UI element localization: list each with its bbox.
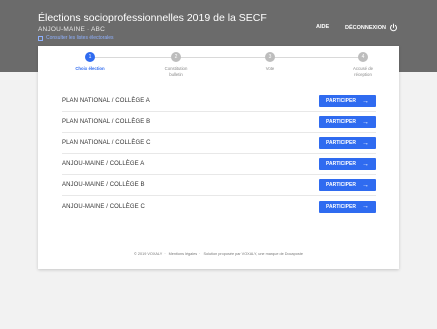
step-constitution-bulletin: 2 Constitution bulletin bbox=[141, 52, 211, 77]
step-number: 3 bbox=[265, 52, 275, 62]
footer-credit: Solution proposée par VOXALY, une marque… bbox=[203, 252, 303, 256]
step-number: 1 bbox=[85, 52, 95, 62]
step-number: 2 bbox=[171, 52, 181, 62]
participer-label: PARTICIPER bbox=[326, 182, 356, 188]
list-item: ANJOU-MAINE / COLLÈGE C PARTICIPER → bbox=[62, 196, 376, 217]
step-label: Constitution bulletin bbox=[164, 66, 188, 77]
stepper-line bbox=[90, 57, 364, 58]
participer-label: PARTICIPER bbox=[326, 203, 356, 210]
election-name: ANJOU-MAINE / COLLÈGE A bbox=[62, 161, 145, 167]
footer: © 2019 VOXALY · Mentions légales · Solutio… bbox=[134, 252, 303, 256]
arrow-right-icon: → bbox=[361, 139, 369, 147]
election-name: ANJOU-MAINE / COLLÈGE B bbox=[62, 182, 145, 188]
legal-link[interactable]: Mentions légales bbox=[169, 252, 198, 256]
participer-button[interactable]: PARTICIPER → bbox=[319, 200, 376, 213]
logout-button[interactable]: DÉCONNEXION bbox=[345, 23, 398, 32]
arrow-right-icon: → bbox=[361, 160, 369, 168]
step-vote: 3 Vote bbox=[235, 52, 305, 72]
participer-label: PARTICIPER bbox=[326, 98, 356, 104]
list-item: PLAN NATIONAL / COLLÈGE C PARTICIPER → bbox=[62, 133, 376, 154]
election-name: ANJOU-MAINE / COLLÈGE C bbox=[62, 203, 145, 210]
stepper: 1 Choix élection 2 Constitution bulletin… bbox=[38, 46, 399, 88]
participer-button[interactable]: PARTICIPER → bbox=[319, 158, 376, 170]
power-icon bbox=[389, 23, 397, 32]
participer-label: PARTICIPER bbox=[326, 140, 356, 146]
list-item: ANJOU-MAINE / COLLÈGE A PARTICIPER → bbox=[62, 154, 376, 175]
participer-button[interactable]: PARTICIPER → bbox=[319, 179, 376, 191]
election-list: PLAN NATIONAL / COLLÈGE A PARTICIPER → P… bbox=[62, 91, 376, 217]
step-number: 4 bbox=[358, 52, 368, 62]
list-item: ANJOU-MAINE / COLLÈGE B PARTICIPER → bbox=[62, 175, 376, 196]
participer-label: PARTICIPER bbox=[326, 119, 356, 125]
arrow-right-icon: → bbox=[361, 118, 369, 126]
step-accuse-reception: 4 Accusé de réception bbox=[328, 52, 398, 77]
arrow-right-icon: → bbox=[361, 97, 369, 105]
arrow-right-icon: → bbox=[361, 181, 369, 189]
election-name: PLAN NATIONAL / COLLÈGE A bbox=[62, 98, 150, 104]
step-choix-election: 1 Choix élection bbox=[55, 52, 125, 72]
list-item: PLAN NATIONAL / COLLÈGE A PARTICIPER → bbox=[62, 91, 376, 112]
page-title: Élections socioprofessionnelles 2019 de … bbox=[38, 12, 267, 24]
document-icon bbox=[38, 35, 43, 41]
electoral-lists-link[interactable]: Consulter les listes électorales bbox=[38, 35, 114, 41]
list-item: PLAN NATIONAL / COLLÈGE B PARTICIPER → bbox=[62, 112, 376, 133]
footer-copyright: © 2019 VOXALY bbox=[134, 252, 163, 256]
election-name: PLAN NATIONAL / COLLÈGE B bbox=[62, 119, 151, 125]
participer-button[interactable]: PARTICIPER → bbox=[319, 116, 376, 128]
electoral-lists-link-label: Consulter les listes électorales bbox=[46, 35, 114, 41]
step-label: Choix élection bbox=[75, 66, 105, 71]
step-label: Vote bbox=[265, 66, 275, 71]
participer-button[interactable]: PARTICIPER → bbox=[319, 137, 376, 149]
arrow-right-icon: → bbox=[361, 203, 369, 210]
help-link[interactable]: AIDE bbox=[316, 24, 329, 30]
election-name: PLAN NATIONAL / COLLÈGE C bbox=[62, 140, 151, 146]
organization-subtitle: ANJOU-MAINE · ABC bbox=[38, 26, 105, 33]
participer-button[interactable]: PARTICIPER → bbox=[319, 95, 376, 107]
participer-label: PARTICIPER bbox=[326, 161, 356, 167]
step-label: Accusé de réception bbox=[352, 66, 374, 77]
election-card: 1 Choix élection 2 Constitution bulletin… bbox=[38, 46, 399, 269]
logout-label: DÉCONNEXION bbox=[345, 24, 386, 31]
